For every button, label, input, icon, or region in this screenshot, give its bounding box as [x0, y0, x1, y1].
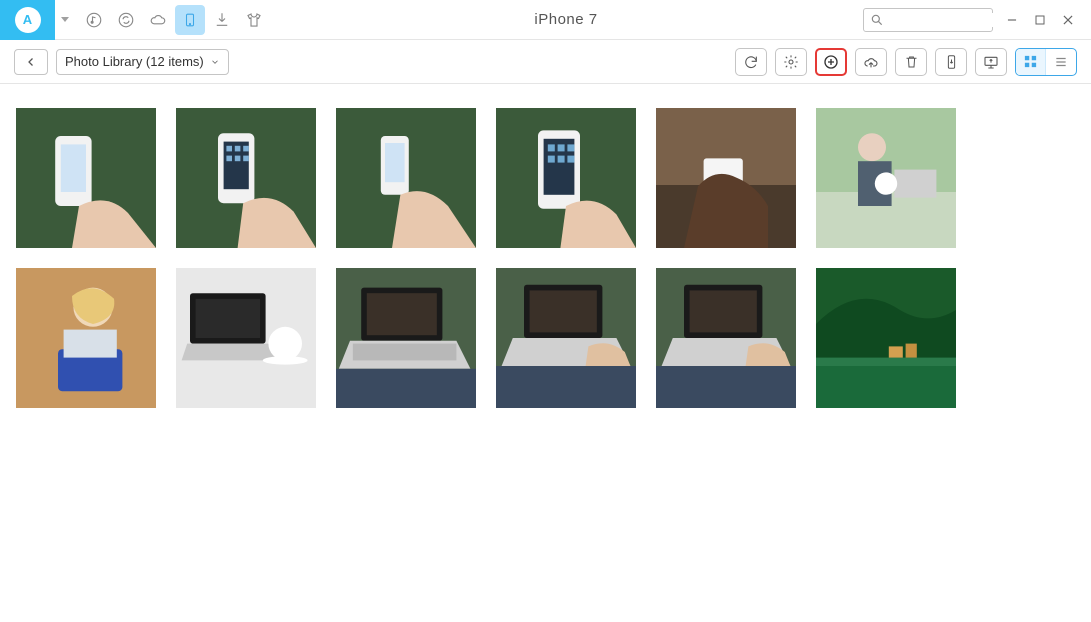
to-device-button[interactable] [935, 48, 967, 76]
to-cloud-button[interactable] [855, 48, 887, 76]
cloud-up-icon [861, 54, 881, 70]
view-toggle [1015, 48, 1077, 76]
breadcrumb-select[interactable]: Photo Library (12 items) [56, 49, 229, 75]
to-device-icon [944, 53, 959, 71]
grid-icon [1023, 54, 1038, 69]
photo-thumb[interactable] [496, 108, 636, 248]
photo-thumb[interactable] [816, 268, 956, 408]
download-icon[interactable] [207, 5, 237, 35]
refresh-button[interactable] [735, 48, 767, 76]
gear-icon [783, 54, 799, 70]
close-button[interactable] [1057, 9, 1079, 31]
toolbar: Photo Library (12 items) [0, 40, 1091, 84]
chevron-left-icon [25, 56, 37, 68]
titlebar: A iPhone 7 [0, 0, 1091, 40]
photo-thumb[interactable] [336, 108, 476, 248]
caret-down-icon [61, 17, 69, 22]
refresh-icon [743, 54, 759, 70]
delete-button[interactable] [895, 48, 927, 76]
app-logo[interactable]: A [0, 0, 55, 40]
chevron-down-icon [210, 57, 220, 67]
photo-thumb[interactable] [16, 268, 156, 408]
grid-view-button[interactable] [1016, 49, 1046, 75]
search-icon [870, 13, 884, 27]
window-controls [1001, 9, 1079, 31]
photo-thumb[interactable] [176, 268, 316, 408]
device-icon[interactable] [175, 5, 205, 35]
window-title: iPhone 7 [269, 11, 863, 28]
photo-thumb[interactable] [656, 108, 796, 248]
sync-icon[interactable] [111, 5, 141, 35]
app-logo-letter: A [15, 7, 41, 33]
settings-button[interactable] [775, 48, 807, 76]
photo-grid [0, 84, 1091, 622]
music-icon[interactable] [79, 5, 109, 35]
photo-thumb[interactable] [176, 108, 316, 248]
minimize-button[interactable] [1001, 9, 1023, 31]
list-view-button[interactable] [1046, 49, 1076, 75]
plus-circle-icon [822, 53, 840, 71]
to-pc-button[interactable] [975, 48, 1007, 76]
photo-thumb[interactable] [336, 268, 476, 408]
to-pc-icon [981, 54, 1001, 70]
app-menu-caret[interactable] [55, 0, 71, 40]
trash-icon [904, 54, 919, 70]
photo-thumb[interactable] [496, 268, 636, 408]
back-button[interactable] [14, 49, 48, 75]
topnav [79, 5, 269, 35]
photo-thumb[interactable] [16, 108, 156, 248]
search-input[interactable] [863, 8, 993, 32]
list-icon [1053, 55, 1069, 69]
maximize-button[interactable] [1029, 9, 1051, 31]
tshirt-icon[interactable] [239, 5, 269, 35]
breadcrumb-label: Photo Library (12 items) [65, 54, 204, 69]
cloud-icon[interactable] [143, 5, 173, 35]
photo-thumb[interactable] [816, 108, 956, 248]
add-button[interactable] [815, 48, 847, 76]
photo-thumb[interactable] [656, 268, 796, 408]
